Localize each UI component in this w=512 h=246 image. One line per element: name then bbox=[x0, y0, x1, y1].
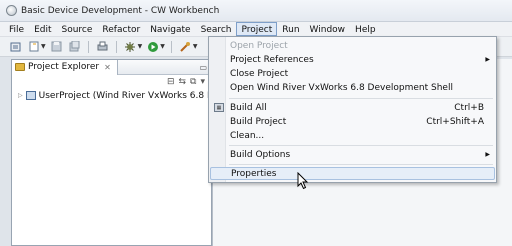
menu-source[interactable]: Source bbox=[57, 22, 98, 36]
new-dropdown-icon[interactable]: ▼ bbox=[41, 43, 46, 50]
expand-arrow-icon[interactable]: ▷ bbox=[18, 92, 23, 99]
menu-separator bbox=[229, 164, 493, 165]
debug-dropdown-icon[interactable]: ▼ bbox=[138, 43, 143, 50]
menu-help[interactable]: Help bbox=[350, 22, 381, 36]
project-icon bbox=[25, 91, 36, 100]
app-icon bbox=[6, 5, 17, 16]
minimize-icon[interactable]: ▭ bbox=[199, 63, 207, 72]
menu-item-open-dev-shell[interactable]: Open Wind River VxWorks 6.8 Development … bbox=[210, 81, 495, 94]
filter-icon[interactable]: ⧉ bbox=[190, 77, 196, 87]
menu-separator bbox=[229, 145, 493, 146]
external-tools-dropdown-icon[interactable]: ▼ bbox=[193, 43, 198, 50]
menu-refactor[interactable]: Refactor bbox=[97, 22, 145, 36]
menu-item-project-references[interactable]: Project References ▶ bbox=[210, 53, 495, 66]
view-menu-icon[interactable]: ▾ bbox=[200, 77, 205, 87]
build-all-icon: ▦ bbox=[214, 103, 224, 112]
menu-file[interactable]: File bbox=[4, 22, 29, 36]
new-project-icon[interactable] bbox=[8, 40, 23, 54]
submenu-arrow-icon: ▶ bbox=[485, 56, 490, 63]
tree-item-label: UserProject (Wind River VxWorks 6.8 Down… bbox=[38, 90, 211, 101]
menu-search[interactable]: Search bbox=[196, 22, 237, 36]
collapse-all-icon[interactable]: ⊟ bbox=[167, 77, 175, 87]
menu-run[interactable]: Run bbox=[277, 22, 304, 36]
menu-edit[interactable]: Edit bbox=[29, 22, 56, 36]
menu-item-build-options[interactable]: Build Options ▶ bbox=[210, 148, 495, 161]
menu-window[interactable]: Window bbox=[305, 22, 351, 36]
save-all-icon[interactable] bbox=[67, 40, 82, 54]
new-icon[interactable] bbox=[26, 40, 41, 54]
print-icon[interactable] bbox=[95, 40, 110, 54]
menu-item-open-project: Open Project bbox=[230, 40, 288, 51]
explorer-toolbar: ⊟ ⇆ ⧉ ▾ bbox=[12, 75, 211, 89]
save-icon[interactable] bbox=[49, 40, 64, 54]
menu-navigate[interactable]: Navigate bbox=[145, 22, 195, 36]
submenu-arrow-icon: ▶ bbox=[485, 151, 490, 158]
menu-item-build-all[interactable]: ▦ Build All Ctrl+B bbox=[210, 101, 495, 114]
menu-item-properties[interactable]: Properties bbox=[210, 167, 495, 180]
toolbar-separator bbox=[115, 40, 117, 53]
tree-item-userproject[interactable]: ▷ UserProject (Wind River VxWorks 6.8 Do… bbox=[12, 89, 211, 102]
toolbar-separator bbox=[170, 40, 172, 53]
tab-project-explorer[interactable]: Project Explorer ✕ bbox=[12, 59, 118, 75]
title-bar: Basic Device Development - CW Workbench bbox=[0, 0, 512, 22]
menu-bar: File Edit Source Refactor Navigate Searc… bbox=[0, 22, 512, 37]
debug-icon[interactable] bbox=[123, 40, 138, 54]
menu-item-clean[interactable]: Clean... bbox=[210, 129, 495, 142]
project-explorer-panel: Project Explorer ✕ ▭ ⊟ ⇆ ⧉ ▾ ▷ UserProje… bbox=[11, 59, 212, 246]
menu-separator bbox=[229, 98, 493, 99]
window-title: Basic Device Development - CW Workbench bbox=[21, 5, 220, 16]
external-tools-icon[interactable] bbox=[178, 40, 193, 54]
menu-item-build-project[interactable]: Build Project Ctrl+Shift+A bbox=[210, 115, 495, 128]
toolbar-separator bbox=[87, 40, 89, 53]
menu-project[interactable]: Project bbox=[236, 22, 278, 36]
close-icon[interactable]: ✕ bbox=[104, 63, 111, 72]
link-with-editor-icon[interactable]: ⇆ bbox=[178, 77, 186, 87]
project-menu-dropdown: Open Project Project References ▶ Close … bbox=[208, 36, 497, 183]
menu-item-close-project[interactable]: Close Project bbox=[210, 67, 495, 80]
run-dropdown-icon[interactable]: ▼ bbox=[160, 43, 165, 50]
mouse-cursor-icon bbox=[297, 172, 309, 190]
explorer-tab-label: Project Explorer bbox=[28, 62, 100, 72]
explorer-tab-bar: Project Explorer ✕ ▭ bbox=[12, 59, 211, 75]
run-icon[interactable] bbox=[145, 40, 160, 54]
folder-icon bbox=[15, 63, 25, 71]
